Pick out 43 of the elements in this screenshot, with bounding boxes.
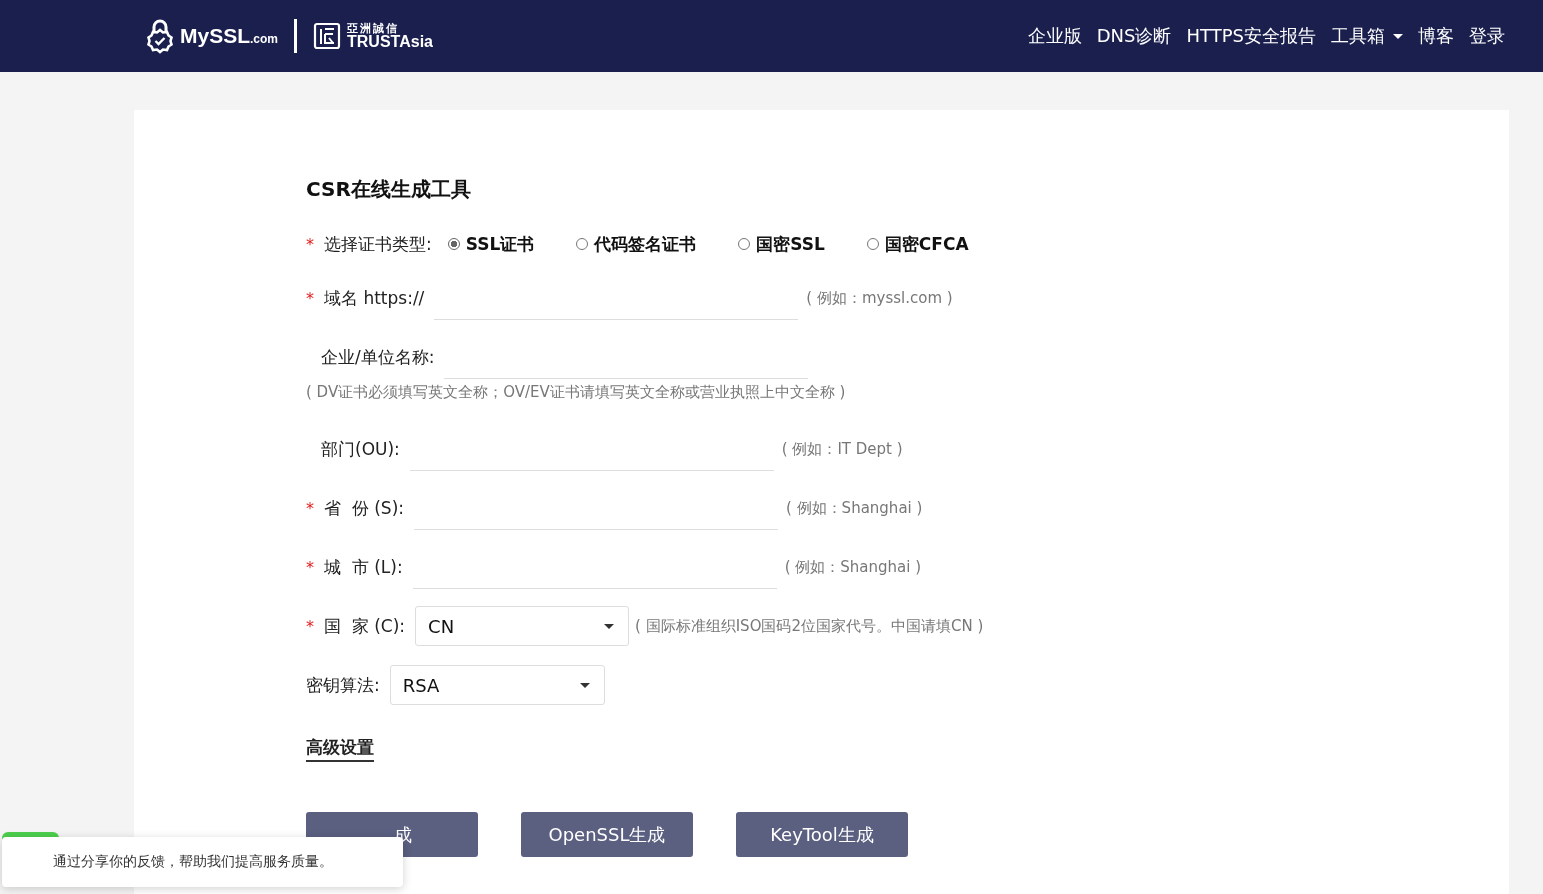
field-label: 选择证书类型: <box>324 232 432 256</box>
required-mark: * <box>306 557 315 577</box>
hint-text: ( 例如：myssl.com ) <box>806 288 953 308</box>
hint-text: ( 例如：Shanghai ) <box>784 557 922 577</box>
hint-text: ( 例如：IT Dept ) <box>781 439 903 459</box>
hint-text: ( 例如：Shanghai ) <box>786 498 923 518</box>
partner-name: TRUSTAsia <box>347 33 433 50</box>
radio-label[interactable]: SSL证书 <box>465 232 535 256</box>
radio-label[interactable]: 国密CFCA <box>884 232 969 256</box>
field-label: 国 家 (C): <box>324 614 406 638</box>
page-title: CSR在线生成工具 <box>306 176 472 203</box>
radio-label[interactable]: 代码签名证书 <box>594 232 697 256</box>
generate-button[interactable]: OpenSSL生成 <box>521 812 693 857</box>
partner-name-cn: 亞洲誠信 <box>347 22 400 34</box>
caret-icon <box>604 623 615 629</box>
advanced-settings-link[interactable]: 高级设置 <box>306 736 374 762</box>
hint-text: ( DV证书必须填写英文全称；OV/EV证书请填写英文全称或营业执照上中文全称 ) <box>306 383 847 402</box>
generate-button[interactable]: KeyTool生成 <box>736 812 908 857</box>
nav-link[interactable]: 工具箱 <box>1331 24 1385 48</box>
brand-logo[interactable]: MySSL.com <box>180 24 279 48</box>
nav-link[interactable]: DNS诊断 <box>1096 24 1172 48</box>
select-field[interactable]: CN <box>415 606 630 646</box>
nav-link[interactable]: 登录 <box>1469 24 1505 48</box>
required-mark: * <box>306 498 315 518</box>
partner-mark-icon <box>313 22 342 50</box>
hint-text: ( 国际标准组织ISO国码2位国家代号。中国请填CN ) <box>635 616 984 636</box>
radio-label[interactable]: 国密SSL <box>756 232 825 256</box>
required-mark: * <box>306 234 315 254</box>
radio-button[interactable] <box>447 238 460 250</box>
field-label: 省 份 (S): <box>324 496 404 520</box>
nav-link[interactable]: 企业版 <box>1027 24 1082 48</box>
field-label: 密钥算法: <box>306 673 380 697</box>
required-mark: * <box>306 616 315 636</box>
field-label: 域名 https:// <box>324 286 425 310</box>
nav-link[interactable]: HTTPS安全报告 <box>1186 24 1316 48</box>
lock-icon <box>146 18 174 54</box>
caret-icon <box>579 682 590 688</box>
required-mark: * <box>306 288 315 308</box>
field-label: 城 市 (L): <box>324 555 403 579</box>
field-label: 企业/单位名称: <box>321 345 435 369</box>
nav-link[interactable]: 博客 <box>1418 24 1454 48</box>
select-field[interactable]: RSA <box>389 665 605 705</box>
field-label: 部门(OU): <box>321 437 400 461</box>
